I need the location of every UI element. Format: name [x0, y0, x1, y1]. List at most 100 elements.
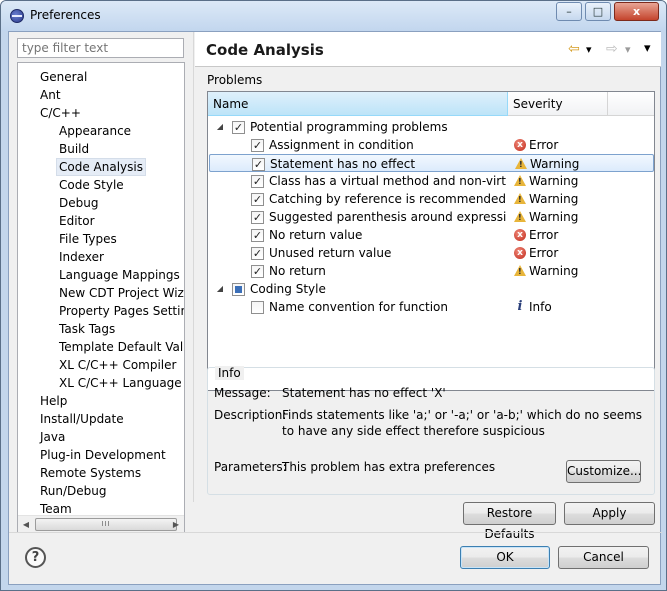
table-category-row[interactable]: ◢ ✓ Potential programming problems — [209, 118, 654, 136]
table-category-row[interactable]: ◢ Coding Style — [209, 280, 654, 298]
filter-input[interactable] — [17, 38, 184, 58]
problem-checkbox[interactable]: ✓ — [251, 139, 264, 152]
tree-item-new-cdt-project-wizar[interactable]: New CDT Project Wizar — [59, 284, 184, 302]
table-row[interactable]: ✓ Class has a virtual method and non-virt… — [209, 172, 654, 190]
tree-item-indexer[interactable]: Indexer — [59, 248, 104, 266]
tree-item-remote-systems[interactable]: Remote Systems — [40, 464, 141, 482]
message-value: Statement has no effect 'X' — [282, 386, 446, 400]
maximize-button[interactable]: □ — [585, 2, 611, 21]
problem-checkbox[interactable]: ✓ — [251, 193, 264, 206]
column-header-name[interactable]: Name — [208, 92, 508, 116]
table-row[interactable]: ✓ Unused return value x Error — [209, 244, 654, 262]
error-icon: x — [514, 139, 526, 151]
severity-value[interactable]: Info — [529, 298, 552, 316]
tree-item-general[interactable]: General — [40, 68, 87, 86]
table-row[interactable]: ✓ Assignment in condition x Error — [209, 136, 654, 154]
severity-value[interactable]: Error — [529, 226, 558, 244]
title-bar[interactable]: Preferences – □ x — [1, 1, 666, 31]
problem-checkbox[interactable]: ✓ — [251, 175, 264, 188]
tree-item-build[interactable]: Build — [59, 140, 89, 158]
back-arrow-icon[interactable]: ⇦ — [568, 42, 580, 56]
category-checkbox[interactable] — [232, 283, 245, 296]
tree-item-editor[interactable]: Editor — [59, 212, 95, 230]
expand-toggle-icon[interactable]: ◢ — [215, 280, 225, 298]
tree-horizontal-scrollbar[interactable]: ◀ III ▶ — [18, 515, 184, 532]
problem-name: Assignment in condition — [269, 138, 414, 152]
table-row[interactable]: ✓ No return value x Error — [209, 226, 654, 244]
table-row[interactable]: Name convention for function i Info — [209, 298, 654, 316]
tree-item-template-default-value[interactable]: Template Default Value — [59, 338, 184, 356]
problem-name: Class has a virtual method and non-virtu… — [269, 174, 507, 188]
dialog-content: GeneralAntC/C++AppearanceBuildCode Analy… — [8, 31, 662, 585]
scroll-left-icon[interactable]: ◀ — [20, 519, 32, 530]
severity-value[interactable]: Warning — [529, 208, 578, 226]
cancel-button[interactable]: Cancel — [558, 546, 649, 569]
problem-checkbox[interactable]: ✓ — [251, 247, 264, 260]
tree-item-c-c[interactable]: C/C++ — [40, 104, 81, 122]
eclipse-app-icon — [10, 9, 24, 23]
panel-divider[interactable] — [193, 32, 194, 502]
restore-defaults-button[interactable]: Restore Defaults — [463, 502, 556, 541]
problem-name: No return value — [269, 228, 363, 242]
scroll-right-icon[interactable]: ▶ — [170, 519, 182, 530]
tree-item-ant[interactable]: Ant — [40, 86, 61, 104]
tree-item-java[interactable]: Java — [40, 428, 65, 446]
tree-item-install-update[interactable]: Install/Update — [40, 410, 124, 428]
parameters-value: This problem has extra preferences — [282, 460, 496, 474]
tree-item-xl-c-c-compiler[interactable]: XL C/C++ Compiler — [59, 356, 176, 374]
forward-dropdown-icon[interactable]: ▾ — [625, 43, 631, 57]
column-header-severity[interactable]: Severity — [508, 92, 608, 116]
help-icon[interactable]: ? — [25, 547, 46, 568]
apply-button[interactable]: Apply — [564, 502, 655, 525]
tree-item-property-pages-settings[interactable]: Property Pages Settings — [59, 302, 184, 320]
severity-value[interactable]: Error — [529, 244, 558, 262]
back-dropdown-icon[interactable]: ▾ — [586, 43, 592, 57]
severity-value[interactable]: Warning — [530, 155, 579, 173]
view-menu-icon[interactable]: ▾ — [644, 42, 651, 56]
tree-item-code-analysis[interactable]: Code Analysis — [56, 158, 146, 176]
column-header-filler — [608, 92, 654, 116]
minimize-button[interactable]: – — [556, 2, 582, 21]
problems-label: Problems — [207, 73, 263, 87]
tree-item-help[interactable]: Help — [40, 392, 67, 410]
tree-item-language-mappings[interactable]: Language Mappings — [59, 266, 180, 284]
severity-value[interactable]: Warning — [529, 172, 578, 190]
expand-toggle-icon[interactable]: ◢ — [215, 118, 225, 136]
tree-item-code-style[interactable]: Code Style — [59, 176, 124, 194]
severity-value[interactable]: Error — [529, 136, 558, 154]
problem-checkbox[interactable]: ✓ — [251, 211, 264, 224]
tree-item-run-debug[interactable]: Run/Debug — [40, 482, 107, 500]
severity-value[interactable]: Warning — [529, 190, 578, 208]
problem-name: Name convention for function — [269, 300, 448, 314]
preferences-window: Preferences – □ x GeneralAntC/C++Appeara… — [0, 0, 667, 591]
table-row[interactable]: ✓ Catching by reference is recommended War… — [209, 190, 654, 208]
problem-checkbox[interactable]: ✓ — [251, 229, 264, 242]
tree-item-plug-in-development[interactable]: Plug-in Development — [40, 446, 166, 464]
error-icon: x — [514, 229, 526, 241]
table-row[interactable]: ✓ Suggested parenthesis around expression… — [209, 208, 654, 226]
tree-item-task-tags[interactable]: Task Tags — [59, 320, 115, 338]
category-label: Potential programming problems — [250, 120, 448, 134]
problem-checkbox[interactable]: ✓ — [252, 158, 265, 171]
tree-item-debug[interactable]: Debug — [59, 194, 98, 212]
close-button[interactable]: x — [614, 2, 659, 21]
warning-icon — [514, 175, 526, 188]
scroll-thumb[interactable]: III — [35, 518, 177, 531]
forward-arrow-icon[interactable]: ⇨ — [606, 42, 618, 56]
table-row[interactable]: ✓ No return Warning — [209, 262, 654, 280]
page-title: Code Analysis — [206, 41, 324, 59]
table-row[interactable]: ✓ Statement has no effect Warning — [209, 154, 654, 172]
problem-checkbox[interactable] — [251, 301, 264, 314]
customize-button[interactable]: Customize... — [566, 460, 641, 483]
tree-item-file-types[interactable]: File Types — [59, 230, 117, 248]
preference-tree[interactable]: General Ant C/C++ Appearance Build Code Analy… — [17, 62, 185, 533]
problem-name: No return — [269, 264, 326, 278]
ok-button[interactable]: OK — [460, 546, 550, 569]
bottom-separator — [9, 532, 662, 533]
category-checkbox[interactable]: ✓ — [232, 121, 245, 134]
severity-value[interactable]: Warning — [529, 262, 578, 280]
warning-icon — [514, 193, 526, 206]
tree-item-xl-c-c-language-op[interactable]: XL C/C++ Language Op — [59, 374, 184, 392]
tree-item-appearance[interactable]: Appearance — [59, 122, 131, 140]
problem-checkbox[interactable]: ✓ — [251, 265, 264, 278]
